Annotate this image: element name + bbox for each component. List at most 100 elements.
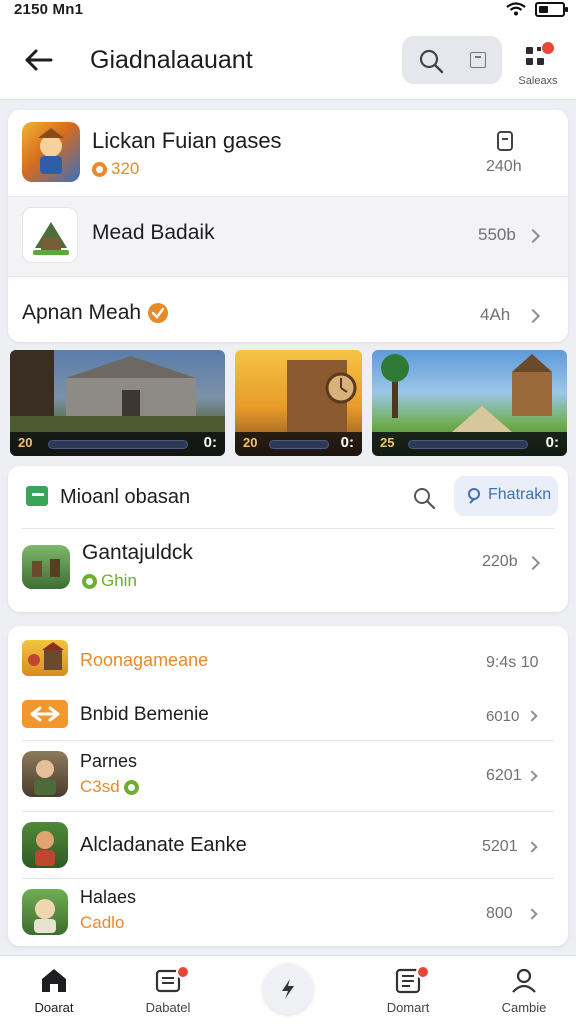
- profile-icon: [512, 968, 536, 993]
- list-item[interactable]: Bnbid Bemenie 6010: [8, 688, 568, 740]
- video-controls: 25 0:: [372, 432, 567, 456]
- lightning-icon: [282, 979, 294, 999]
- chevron-right-icon: [526, 770, 538, 782]
- video-time-left: 20: [18, 435, 33, 450]
- video-time-right: 0:: [545, 434, 559, 451]
- game-title: Apnan Meah: [22, 301, 169, 325]
- list-item[interactable]: Halaes Cadlo 800: [8, 879, 568, 946]
- game-title: Halaes: [80, 887, 137, 907]
- game-icon: [22, 207, 78, 263]
- video-thumbnail[interactable]: 20 0:: [235, 350, 362, 456]
- arrow-left-icon: [25, 49, 53, 71]
- video-time-left: 25: [380, 435, 395, 450]
- game-title: Bnbid Bemenie: [80, 704, 209, 725]
- chevron-right-icon: [525, 228, 541, 244]
- video-progress[interactable]: [269, 440, 329, 449]
- lock-icon: [497, 131, 513, 151]
- game-subtitle: 320: [92, 159, 139, 179]
- games-list-card: Roonagameane 9:4s 10 Bnbid Bemenie 6010 …: [8, 626, 568, 946]
- game-price: 320: [111, 159, 140, 178]
- game-title: Gantajuldck: [82, 541, 193, 564]
- list-item[interactable]: Apnan Meah 4Ah: [8, 277, 568, 342]
- video-thumbnail[interactable]: 25 0:: [372, 350, 567, 456]
- video-time-left: 20: [243, 435, 258, 450]
- chevron-right-icon: [526, 841, 538, 853]
- verified-icon: [148, 303, 169, 323]
- search-action-label: Fhatrakn: [488, 486, 552, 503]
- category-card: Mioanl obasan Fhatrakn Gantajuldck Ghin …: [8, 466, 568, 612]
- nav-label: Cambie: [501, 1000, 547, 1015]
- grid-caption: Saleaxs: [518, 75, 558, 87]
- video-controls: 20 0:: [235, 432, 362, 456]
- game-price: C3sd: [80, 777, 120, 796]
- verified-icon: [123, 779, 139, 795]
- game-meta: 220b: [482, 553, 518, 570]
- nav-item-profile[interactable]: Cambie: [474, 956, 574, 1024]
- category-icon: [26, 486, 48, 506]
- list-item[interactable]: Alcladanate Eanke 5201: [8, 812, 568, 878]
- game-title: Parnes: [80, 751, 138, 771]
- nav-label: Domart: [386, 1000, 430, 1015]
- nav-item-store[interactable]: Domart: [358, 956, 458, 1024]
- video-thumbnail[interactable]: 20 0:: [10, 350, 225, 456]
- bottom-nav: Doarat Dabatel Domart Cambie: [0, 955, 576, 1024]
- nav-item-library[interactable]: Dabatel: [118, 956, 218, 1024]
- video-controls: 20 0:: [10, 432, 225, 456]
- wifi-icon: [506, 2, 526, 16]
- nav-label: Doarat: [34, 1000, 74, 1015]
- status-time: 2150 Mn1: [14, 1, 84, 18]
- chevron-right-icon: [525, 308, 541, 324]
- game-meta: 6010: [486, 708, 520, 725]
- notification-dot: [542, 42, 554, 54]
- notification-dot: [416, 965, 430, 979]
- filter-icon[interactable]: [470, 52, 486, 68]
- game-meta: 6201: [486, 767, 522, 784]
- video-progress[interactable]: [408, 440, 528, 449]
- game-meta: 240h: [486, 158, 522, 175]
- search-icon: [468, 488, 480, 504]
- search-action-button[interactable]: Fhatrakn: [454, 476, 558, 516]
- game-icon: [22, 889, 68, 935]
- list-item[interactable]: Parnes C3sd 6201: [8, 741, 568, 811]
- game-meta: 9:4s 10: [486, 654, 539, 671]
- list-item[interactable]: Gantajuldck Ghin 220b: [8, 529, 568, 612]
- chevron-right-icon: [525, 555, 541, 571]
- coin-icon: [82, 573, 97, 589]
- page-title: Giadnalaauant: [90, 46, 253, 74]
- chevron-right-icon: [526, 710, 538, 722]
- video-time-right: 0:: [340, 434, 354, 451]
- game-title: Alcladanate Eanke: [80, 834, 247, 856]
- search-icon[interactable]: [412, 486, 436, 510]
- status-bar: 2150 Mn1: [0, 0, 576, 22]
- game-title: Roonagameane: [80, 650, 209, 670]
- battery-icon: [535, 2, 568, 17]
- game-subtitle: C3sd: [80, 777, 139, 797]
- app-header: Giadnalaauant Saleaxs: [0, 22, 576, 100]
- game-meta: 550b: [478, 225, 516, 244]
- game-icon: [22, 122, 80, 182]
- nav-item-home[interactable]: Doarat: [4, 956, 104, 1024]
- section-header: Mioanl obasan Fhatrakn: [8, 466, 568, 528]
- game-title-text: Apnan Meah: [22, 301, 142, 324]
- game-price: Ghin: [101, 571, 137, 590]
- featured-games-card: Lickan Fuian gases 320 240h Mead Badaik …: [8, 110, 568, 342]
- list-item[interactable]: Lickan Fuian gases 320 240h: [8, 110, 568, 196]
- game-icon: [22, 822, 68, 868]
- game-subtitle: Cadlo: [80, 913, 124, 933]
- game-meta: 4Ah: [480, 305, 511, 324]
- game-icon: [22, 751, 68, 797]
- list-item[interactable]: Mead Badaik 550b: [8, 197, 568, 276]
- search-icon: [419, 49, 444, 74]
- list-item[interactable]: Roonagameane 9:4s 10: [8, 626, 568, 688]
- home-icon: [42, 969, 66, 992]
- search-bar[interactable]: [402, 36, 502, 84]
- game-icon: [22, 545, 70, 589]
- video-time-right: 0:: [203, 434, 217, 451]
- center-action-button[interactable]: [263, 964, 313, 1014]
- game-meta: 5201: [482, 838, 518, 855]
- back-button[interactable]: [18, 40, 58, 80]
- grid-menu-button[interactable]: Saleaxs: [512, 42, 564, 96]
- game-icon: [22, 700, 68, 728]
- game-price: Cadlo: [80, 913, 125, 932]
- video-progress[interactable]: [48, 440, 188, 449]
